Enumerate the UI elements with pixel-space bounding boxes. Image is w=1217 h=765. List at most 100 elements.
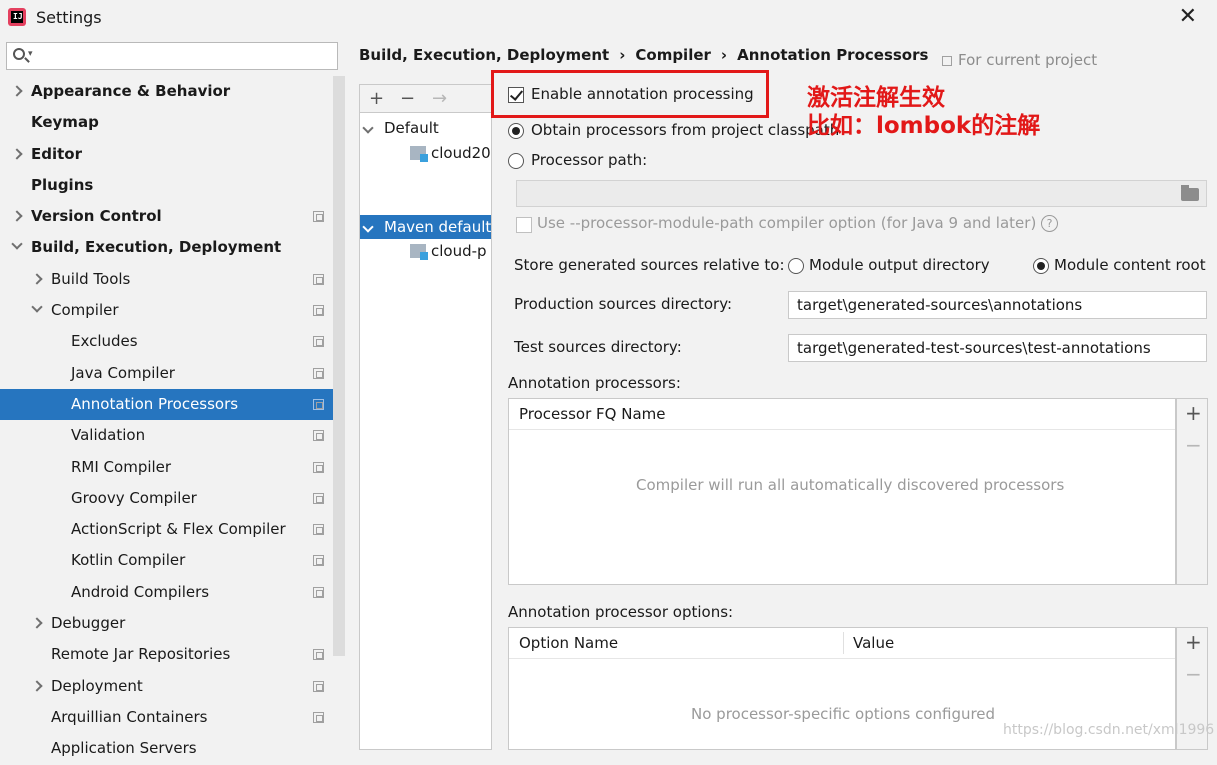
- sidebar-item-label: Compiler: [51, 301, 119, 320]
- sidebar-item-label: Appearance & Behavior: [31, 82, 231, 100]
- module-content-radio[interactable]: [1033, 258, 1049, 274]
- production-dir-input[interactable]: target\generated-sources\annotations: [788, 291, 1207, 319]
- add-processor-button[interactable]: +: [1185, 401, 1202, 425]
- profile-label: Default: [384, 119, 439, 137]
- sidebar-item[interactable]: Deployment: [0, 671, 345, 702]
- project-scope-icon: [313, 711, 324, 723]
- processors-empty-text: Compiler will run all automatically disc…: [636, 476, 1065, 494]
- sidebar-item[interactable]: Plugins: [0, 170, 345, 201]
- obtain-classpath-radio[interactable]: [508, 123, 524, 139]
- processor-name-column[interactable]: Processor FQ Name: [519, 399, 665, 430]
- project-scope-icon: [313, 555, 324, 567]
- option-value-column[interactable]: Value: [853, 628, 894, 659]
- test-dir-input[interactable]: target\generated-test-sources\test-annot…: [788, 334, 1207, 362]
- expand-arrow-icon[interactable]: [362, 221, 374, 233]
- search-input[interactable]: ▾: [6, 42, 338, 70]
- chevron-right-icon[interactable]: [11, 85, 23, 97]
- search-options-icon[interactable]: ▾: [28, 49, 33, 59]
- sidebar-item-label: RMI Compiler: [71, 457, 172, 476]
- sidebar-item[interactable]: Validation: [0, 420, 345, 451]
- profile-default[interactable]: Default: [360, 116, 491, 140]
- sidebar-item[interactable]: Editor: [0, 139, 345, 170]
- sidebar-item[interactable]: Appearance & Behavior: [0, 76, 345, 107]
- sidebar-scrollbar[interactable]: [333, 76, 345, 656]
- sidebar-item[interactable]: Kotlin Compiler: [0, 545, 345, 576]
- breadcrumb-build[interactable]: Build, Execution, Deployment: [359, 46, 609, 64]
- sidebar-item[interactable]: Android Compilers: [0, 577, 345, 608]
- sidebar-item-label: Java Compiler: [71, 363, 175, 382]
- module-content-label[interactable]: Module content root: [1054, 256, 1206, 274]
- move-to-profile-button[interactable]: →: [432, 88, 447, 109]
- breadcrumb-compiler[interactable]: Compiler: [635, 46, 711, 64]
- chevron-right-icon[interactable]: [11, 210, 23, 222]
- sidebar-item-label: Groovy Compiler: [71, 488, 197, 507]
- sidebar-item-label: Keymap: [31, 113, 99, 132]
- processor-path-label[interactable]: Processor path:: [531, 151, 647, 169]
- processor-path-input[interactable]: [516, 180, 1207, 207]
- profile-maven-default[interactable]: Maven default: [360, 215, 491, 239]
- breadcrumb-annotation-processors: Annotation Processors: [737, 46, 929, 64]
- module-icon: [410, 244, 428, 260]
- module-output-label[interactable]: Module output directory: [809, 256, 990, 274]
- project-scope-icon: [313, 524, 324, 536]
- sidebar-item-label: Version Control: [31, 207, 162, 226]
- remove-processor-button[interactable]: −: [1185, 433, 1202, 457]
- sidebar-item[interactable]: Build, Execution, Deployment: [0, 232, 345, 263]
- module-output-radio[interactable]: [788, 258, 804, 274]
- add-option-button[interactable]: +: [1185, 630, 1202, 654]
- sidebar-item[interactable]: Application Servers: [0, 733, 345, 764]
- store-generated-label: Store generated sources relative to:: [514, 256, 785, 274]
- project-scope-icon: [313, 461, 324, 473]
- close-icon[interactable]: ✕: [1179, 4, 1197, 29]
- help-icon[interactable]: ?: [1041, 215, 1059, 232]
- browse-folder-icon[interactable]: [1181, 185, 1199, 201]
- chevron-down-icon[interactable]: [31, 301, 43, 313]
- option-name-column[interactable]: Option Name: [519, 628, 618, 659]
- processors-table-header: Processor FQ Name: [509, 399, 1175, 430]
- processors-table[interactable]: Processor FQ Name Compiler will run all …: [508, 398, 1176, 585]
- chevron-right-icon[interactable]: [31, 273, 43, 285]
- sidebar-item[interactable]: ActionScript & Flex Compiler: [0, 514, 345, 545]
- sidebar-item-label: Deployment: [51, 676, 143, 695]
- sidebar-item[interactable]: Annotation Processors: [0, 388, 345, 421]
- sidebar-item[interactable]: Version Control: [0, 201, 345, 232]
- sidebar-item[interactable]: Remote Jar Repositories: [0, 639, 345, 670]
- sidebar-item[interactable]: Groovy Compiler: [0, 483, 345, 514]
- profile-module[interactable]: cloud20: [360, 141, 491, 165]
- profile-module[interactable]: cloud-p: [360, 239, 491, 263]
- expand-arrow-icon[interactable]: [362, 122, 374, 134]
- sidebar-item-label: Android Compilers: [71, 582, 210, 601]
- project-scope-icon: [313, 336, 324, 348]
- column-divider[interactable]: [843, 632, 844, 654]
- remove-profile-button[interactable]: −: [400, 88, 415, 109]
- chevron-right-icon[interactable]: [31, 679, 43, 692]
- profile-label: Maven default: [384, 218, 491, 236]
- project-scope-icon: [313, 492, 324, 504]
- sidebar-item[interactable]: Java Compiler: [0, 358, 345, 389]
- add-profile-button[interactable]: +: [369, 88, 384, 109]
- sidebar-item[interactable]: Build Tools: [0, 264, 345, 295]
- intellij-app-icon: IJ: [8, 8, 26, 26]
- window-title: Settings: [36, 8, 102, 27]
- watermark: https://blog.csdn.net/xml1996: [1003, 722, 1215, 738]
- obtain-classpath-label[interactable]: Obtain processors from project classpath: [531, 121, 839, 139]
- profile-toolbar: + − →: [360, 85, 491, 113]
- chevron-right-icon[interactable]: [11, 147, 23, 160]
- sidebar-item[interactable]: Excludes: [0, 326, 345, 357]
- production-dir-label: Production sources directory:: [514, 295, 733, 313]
- module-path-checkbox[interactable]: [516, 217, 532, 233]
- options-empty-text: No processor-specific options configured: [691, 705, 996, 723]
- chevron-down-icon[interactable]: [11, 238, 23, 251]
- project-scope-icon: [942, 56, 952, 66]
- module-path-label[interactable]: Use --processor-module-path compiler opt…: [537, 214, 1059, 232]
- sidebar-item[interactable]: Arquillian Containers: [0, 702, 345, 733]
- sidebar-item[interactable]: Keymap: [0, 107, 345, 138]
- project-scope-icon: [313, 649, 324, 661]
- sidebar-item[interactable]: Debugger: [0, 608, 345, 639]
- processor-path-radio[interactable]: [508, 153, 524, 169]
- remove-option-button[interactable]: −: [1185, 662, 1202, 686]
- sidebar-item-label: Kotlin Compiler: [71, 551, 186, 570]
- sidebar-item[interactable]: RMI Compiler: [0, 452, 345, 483]
- chevron-right-icon[interactable]: [31, 617, 43, 629]
- sidebar-item[interactable]: Compiler: [0, 295, 345, 326]
